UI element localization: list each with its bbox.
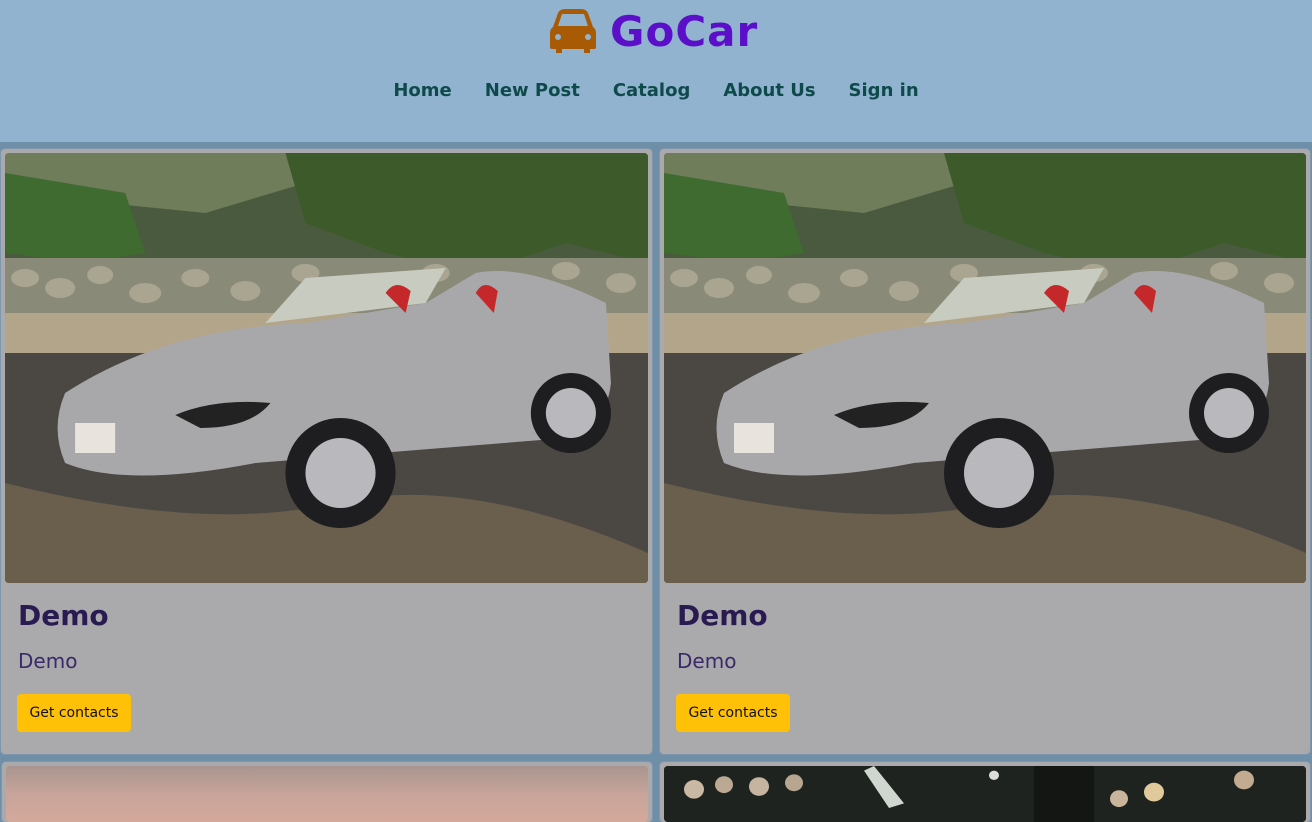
car-icon	[550, 9, 596, 53]
logo[interactable]: GoCar	[550, 6, 759, 56]
main-nav: Home New Post Catalog About Us Sign in	[0, 78, 1312, 104]
car-image	[5, 153, 648, 583]
card-description: Demo	[18, 649, 78, 673]
car-card: Demo Demo Get contacts	[660, 149, 1310, 754]
nav-catalog[interactable]: Catalog	[613, 78, 691, 104]
brand-name: GoCar	[610, 6, 759, 56]
get-contacts-button[interactable]: Get contacts	[676, 694, 790, 732]
car-card	[660, 762, 1310, 822]
nav-home[interactable]: Home	[393, 78, 451, 104]
nav-new-post[interactable]: New Post	[485, 78, 580, 104]
card-title: Demo	[18, 599, 109, 632]
site-header: GoCar Home New Post Catalog About Us Sig…	[0, 0, 1312, 142]
car-image	[664, 153, 1306, 583]
get-contacts-button[interactable]: Get contacts	[17, 694, 131, 732]
card-title: Demo	[677, 599, 768, 632]
car-card: Demo Demo Get contacts	[1, 149, 652, 754]
car-card	[2, 762, 652, 822]
nav-about-us[interactable]: About Us	[723, 78, 815, 104]
nav-sign-in[interactable]: Sign in	[849, 78, 919, 104]
card-description: Demo	[677, 649, 737, 673]
